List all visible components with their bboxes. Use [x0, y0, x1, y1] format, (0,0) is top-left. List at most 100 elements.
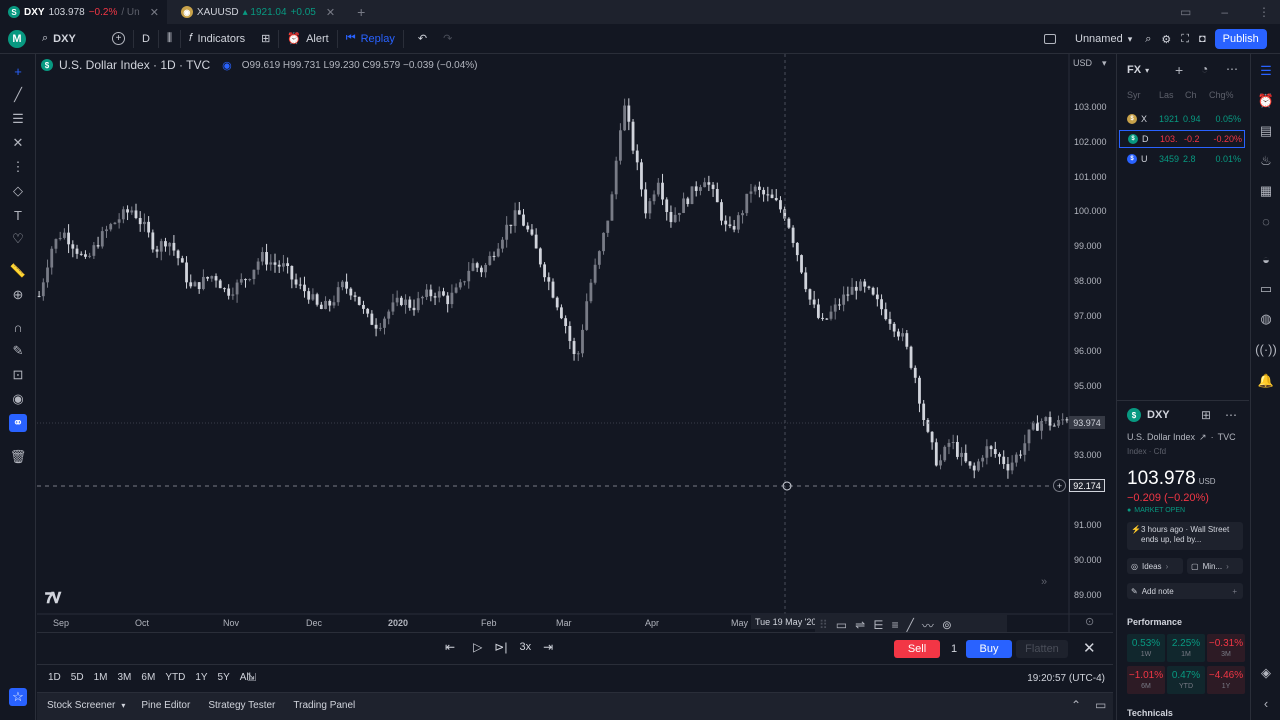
text-icon[interactable]: T	[9, 206, 27, 224]
maximize-panel-icon[interactable]: ▭	[1095, 698, 1106, 712]
drag-handle-icon[interactable]: ⠿	[819, 618, 828, 632]
column-last[interactable]: Las	[1159, 90, 1185, 100]
range-button[interactable]: 3M	[113, 672, 137, 683]
speed-button[interactable]: 3x	[519, 641, 531, 653]
close-tab-icon[interactable]: ✕	[150, 6, 159, 19]
rectangle-tool-icon[interactable]: ▭	[836, 618, 847, 632]
new-tab-icon[interactable]: +	[357, 4, 365, 20]
data-window-icon[interactable]: ▤	[1257, 122, 1275, 140]
jump-real-time-icon[interactable]: ⇥	[543, 640, 553, 654]
trend-line-icon[interactable]: ╱	[9, 86, 27, 104]
range-tool-icon[interactable]: ⋿	[873, 618, 883, 632]
undo-button[interactable]: ↶	[410, 24, 435, 54]
quick-search-button[interactable]: ⌕	[1140, 24, 1156, 54]
trash-icon[interactable]: 🗑	[9, 448, 27, 466]
fullscreen-button[interactable]: ⛶	[1176, 24, 1194, 54]
legend-title[interactable]: U.S. Dollar Index · 1D · TVC	[59, 58, 210, 72]
range-button[interactable]: 1Y	[190, 672, 212, 683]
tab-stock-screener[interactable]: Stock Screener	[47, 700, 115, 711]
redo-button[interactable]: ↷	[435, 24, 460, 54]
settings-button[interactable]: ⚙	[1156, 24, 1176, 54]
tab-pine-editor[interactable]: Pine Editor	[141, 700, 190, 711]
collapse-panel-icon[interactable]: ⌃	[1071, 698, 1081, 712]
help-icon[interactable]: ◍	[1257, 310, 1275, 328]
prediction-icon[interactable]: ⋮	[9, 158, 27, 176]
performance-cell[interactable]: −0.31% 3M	[1207, 634, 1245, 662]
replay-button[interactable]: ⏮ Replay	[338, 24, 403, 54]
publish-button[interactable]: Publish	[1214, 29, 1267, 49]
ideas-button[interactable]: ◎ Ideas ›	[1127, 558, 1183, 574]
alerts-icon[interactable]: ⏰	[1257, 92, 1275, 110]
favorite-star-icon[interactable]: ☆	[9, 688, 27, 706]
watchlist-row[interactable]: $ U 3459 2.8 0.01%	[1119, 150, 1245, 168]
magnet-icon[interactable]: ∩	[9, 318, 27, 336]
compare-button[interactable]: +	[104, 24, 133, 54]
range-button[interactable]: 1D	[43, 672, 66, 683]
tab-trading-panel[interactable]: Trading Panel	[293, 700, 355, 711]
chart-pane[interactable]: $ U.S. Dollar Index · 1D · TVC ◉ O99.619…	[37, 54, 1113, 636]
sell-button[interactable]: Sell	[894, 640, 940, 658]
brush-icon[interactable]: ✎	[9, 342, 27, 360]
symbol-search-button[interactable]: ⌕ DXY	[34, 24, 104, 54]
chevron-icon[interactable]: ‹	[1257, 694, 1275, 712]
range-button[interactable]: 1M	[89, 672, 113, 683]
shapes-icon[interactable]: ◇	[9, 182, 27, 200]
play-icon[interactable]: ▷	[473, 640, 482, 654]
price-chart[interactable]	[37, 54, 1113, 632]
advanced-view-icon[interactable]: ◔	[1201, 62, 1208, 76]
user-avatar[interactable]: M	[0, 24, 34, 54]
jump-back-icon[interactable]: ⇤	[445, 640, 455, 654]
chart-type-button[interactable]: ⫼	[159, 24, 180, 54]
position-tool-icon[interactable]: ⇌	[855, 618, 865, 632]
trend-line-icon[interactable]: ╱	[907, 618, 914, 632]
performance-cell[interactable]: 0.53% 1W	[1127, 634, 1165, 662]
details-name[interactable]: U.S. Dollar Index	[1127, 432, 1195, 443]
hotlists-icon[interactable]: ♨	[1257, 152, 1275, 170]
add-symbol-icon[interactable]: +	[1175, 62, 1183, 78]
templates-button[interactable]: ⊞	[253, 24, 278, 54]
chat-icon[interactable]: ◒	[1257, 250, 1275, 268]
screen-icon[interactable]: ▭	[1180, 5, 1191, 19]
fib-icon[interactable]: ☰	[9, 110, 27, 128]
watchlist-icon[interactable]: ☰	[1257, 62, 1275, 80]
performance-cell[interactable]: 0.47% YTD	[1167, 666, 1205, 694]
notifications-icon[interactable]: 🔔	[1257, 372, 1275, 390]
chevron-down-icon[interactable]: ▾	[121, 701, 125, 710]
alert-button[interactable]: ⏰ Alert	[279, 24, 336, 54]
performance-cell[interactable]: −4.46% 1Y	[1207, 666, 1245, 694]
performance-cell[interactable]: −1.01% 6M	[1127, 666, 1165, 694]
column-symbol[interactable]: Syr	[1127, 90, 1159, 100]
broadcast-icon[interactable]: ((·))	[1255, 340, 1277, 358]
watchlist-header[interactable]: FX ▾	[1127, 64, 1149, 76]
indicators-button[interactable]: 𝑓 Indicators	[181, 24, 253, 54]
add-note-button[interactable]: ✎ Add note +	[1127, 583, 1243, 599]
more-icon[interactable]: ⋯	[1226, 62, 1238, 76]
zoom-icon[interactable]: ⊕	[9, 286, 27, 304]
tradingview-logo[interactable]: 𝟕𝐕	[45, 590, 61, 607]
column-change-pct[interactable]: Chg%	[1209, 90, 1245, 100]
range-button[interactable]: 5D	[66, 672, 89, 683]
ruler-icon[interactable]: 📏	[9, 262, 27, 280]
link-icon[interactable]: ⚭	[9, 414, 27, 432]
interval-button[interactable]: D	[134, 24, 158, 54]
more-icon[interactable]: ⋯	[1225, 408, 1237, 422]
external-link-icon[interactable]: ↗	[1199, 432, 1207, 443]
tab-dxy[interactable]: S DXY 103.978 −0.2% / Un ✕	[0, 0, 167, 24]
calendar-icon[interactable]: ▦	[1257, 182, 1275, 200]
eye-icon[interactable]: ◉	[9, 390, 27, 408]
scroll-right-icon[interactable]: »	[1041, 576, 1047, 588]
currency-selector[interactable]: USD ▾	[1069, 58, 1111, 72]
performance-cell[interactable]: 2.25% 1M	[1167, 634, 1205, 662]
goto-date-icon[interactable]: ⇲	[247, 671, 256, 684]
ideas-bulb-icon[interactable]: ◌	[1257, 212, 1275, 230]
settings-circle-icon[interactable]: ⊚	[942, 618, 952, 632]
range-button[interactable]: YTD	[160, 672, 190, 683]
lines-tool-icon[interactable]: ≡	[892, 618, 899, 632]
minimize-icon[interactable]: –	[1221, 5, 1228, 19]
quantity-field[interactable]: 1	[944, 640, 964, 658]
details-symbol[interactable]: DXY	[1147, 409, 1170, 421]
buy-button[interactable]: Buy	[966, 640, 1012, 658]
snapshot-button[interactable]: ◘	[1194, 24, 1211, 54]
crosshair-icon[interactable]: +	[9, 62, 27, 80]
close-icon[interactable]: ✕	[1083, 639, 1096, 657]
